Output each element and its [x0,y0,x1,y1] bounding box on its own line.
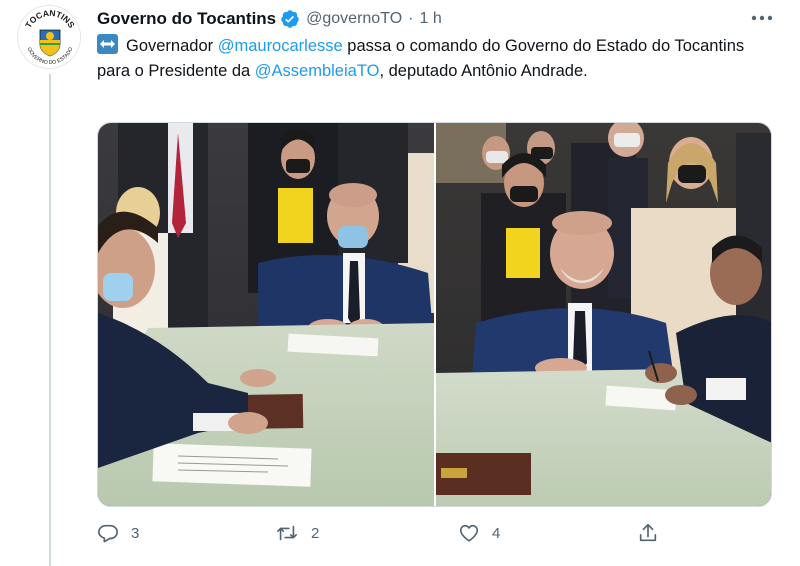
more-options-icon[interactable] [748,8,776,28]
share-button[interactable] [637,518,671,548]
left-right-arrow-emoji-icon [97,34,118,54]
reply-button[interactable]: 3 [97,518,139,548]
heart-icon [459,524,479,542]
retweet-count: 2 [311,524,320,542]
timestamp[interactable]: 1 h [419,10,441,28]
verified-badge-icon [280,9,300,29]
media-grid [97,122,772,507]
tweet-header: Governo do Tocantins @governoTO · 1 h [97,8,442,30]
retweet-icon [277,525,297,541]
tweet[interactable]: TOCANTINS GOVERNO DO ESTADO Governo do T… [0,0,800,566]
avatar[interactable]: TOCANTINS GOVERNO DO ESTADO [17,5,81,69]
text-part-3: , deputado Antônio Andrade. [379,62,588,80]
author-handle[interactable]: @governoTO [306,10,402,28]
like-button[interactable]: 4 [458,518,500,548]
text-part-1: Governador [126,37,218,55]
separator-dot: · [408,10,414,27]
photo-signing-2[interactable] [436,123,771,506]
share-icon [639,523,657,542]
thread-line [49,74,51,566]
reply-count: 3 [131,524,140,542]
action-bar: 3 2 4 [97,518,677,548]
retweet-button[interactable]: 2 [275,518,319,548]
reply-icon [98,524,118,543]
photo-signing-1[interactable] [98,123,434,506]
like-count: 4 [492,524,501,542]
mention-assembleiato[interactable]: @AssembleiaTO [255,62,380,80]
tocantins-logo-icon: TOCANTINS GOVERNO DO ESTADO [19,7,80,68]
author-name[interactable]: Governo do Tocantins [97,9,276,29]
tweet-text: Governador @maurocarlesse passa o comand… [97,34,767,84]
mention-maurocarlesse[interactable]: @maurocarlesse [218,37,343,55]
